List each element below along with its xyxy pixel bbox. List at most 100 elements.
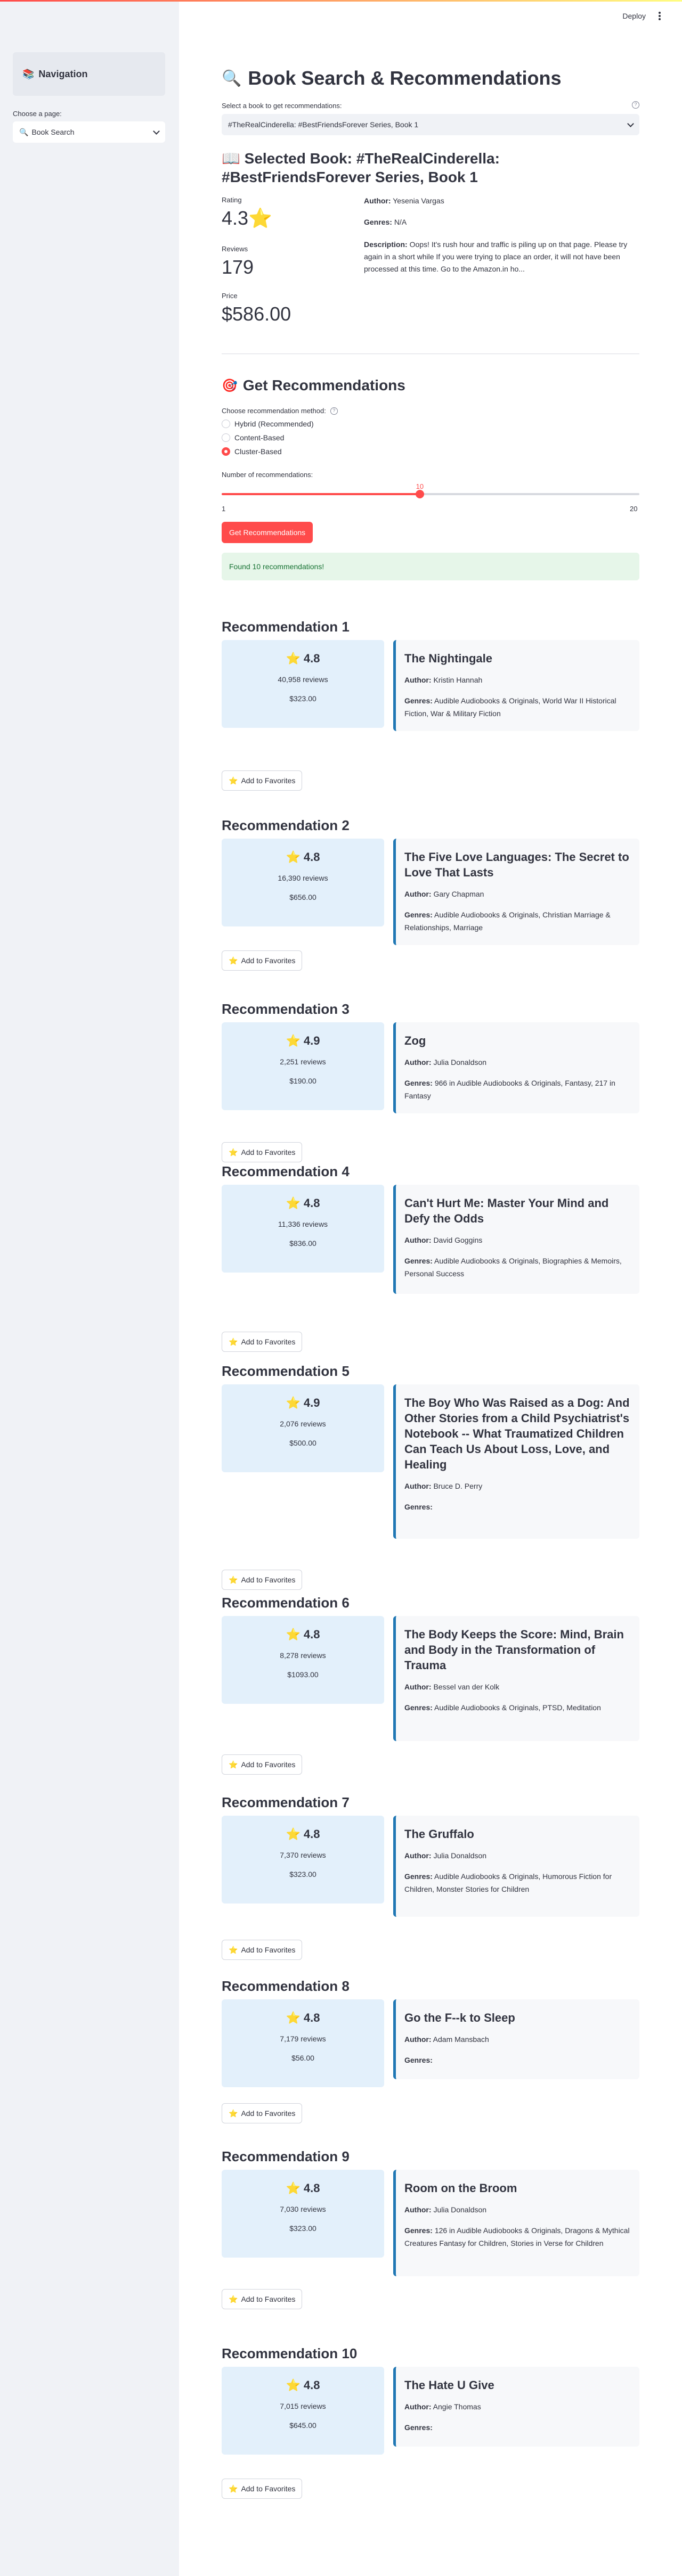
add-to-favorites-button[interactable]: ⭐ Add to Favorites bbox=[222, 1940, 303, 1960]
help-icon[interactable]: ? bbox=[330, 407, 338, 415]
rating-value: 4.8 bbox=[303, 1196, 320, 1210]
author-label: Author: bbox=[404, 2035, 432, 2044]
star-icon: ⭐ bbox=[286, 2181, 301, 2195]
book-card: Zog Author: Julia Donaldson Genres: 966 in… bbox=[393, 1022, 639, 1113]
radio-dot-selected[interactable] bbox=[222, 447, 230, 456]
add-to-favorites-button[interactable]: ⭐ Add to Favorites bbox=[222, 1754, 303, 1775]
recommendation-count-slider[interactable] bbox=[222, 490, 639, 498]
book-card: Go the F--k to Sleep Author: Adam Mansbac… bbox=[393, 1999, 639, 2079]
star-icon: ⭐ bbox=[286, 652, 301, 665]
add-to-favorites-label: Add to Favorites bbox=[241, 1946, 296, 1954]
book-title: The Five Love Languages: The Secret to L… bbox=[404, 850, 629, 880]
genres-value: Audible Audiobooks & Originals, Christia… bbox=[404, 910, 611, 932]
star-icon: ⭐ bbox=[286, 2011, 301, 2024]
author-label: Author: bbox=[404, 1482, 432, 1491]
star-icon: ⭐ bbox=[286, 1396, 301, 1409]
description-label: Description: bbox=[364, 240, 408, 249]
star-icon: ⭐ bbox=[286, 2378, 301, 2392]
review-count: 11,336 reviews bbox=[278, 1220, 328, 1228]
rating-value: 4.9 bbox=[303, 1034, 320, 1047]
add-to-favorites-button[interactable]: ⭐ Add to Favorites bbox=[222, 1332, 303, 1352]
book-author: Author: Gary Chapman bbox=[404, 888, 631, 901]
star-icon: ⭐ bbox=[248, 207, 272, 229]
recommendation-heading: Recommendation 9 bbox=[222, 2148, 350, 2164]
add-to-favorites-button[interactable]: ⭐ Add to Favorites bbox=[222, 2103, 303, 2123]
genres-value: Audible Audiobooks & Originals, Biograph… bbox=[404, 1256, 622, 1278]
slider-thumb[interactable] bbox=[415, 490, 424, 498]
rating-value: 4.8 bbox=[303, 1827, 320, 1841]
book-author: Author: Bruce D. Perry bbox=[404, 1480, 631, 1493]
recommendation-item: Recommendation 7 ⭐ 4.8 7,370 reviews $323.00… bbox=[222, 1794, 639, 1960]
author-label: Author: bbox=[404, 1236, 432, 1245]
add-to-favorites-label: Add to Favorites bbox=[241, 1760, 296, 1769]
help-icon[interactable]: ? bbox=[632, 101, 639, 109]
book-card: The Five Love Languages: The Secret to L… bbox=[393, 839, 639, 945]
add-to-favorites-label: Add to Favorites bbox=[241, 2484, 296, 2493]
book-title: Go the F--k to Sleep bbox=[404, 2011, 515, 2024]
recommendation-item: Recommendation 6 ⭐ 4.8 8,278 reviews $1093.0… bbox=[222, 1595, 639, 1775]
add-to-favorites-button[interactable]: ⭐ Add to Favorites bbox=[222, 770, 303, 791]
rating-row: ⭐ 4.8 bbox=[222, 2378, 384, 2392]
slider-label: Number of recommendations: bbox=[222, 471, 313, 479]
get-recommendations-button[interactable]: Get Recommendations bbox=[222, 522, 313, 543]
deploy-button[interactable]: Deploy bbox=[622, 12, 646, 20]
genres-label: Genres: bbox=[404, 696, 433, 705]
add-to-favorites-button[interactable]: ⭐ Add to Favorites bbox=[222, 2479, 303, 2499]
recommendations-heading: 🎯 Get Recommendations bbox=[222, 377, 405, 394]
method-label-text: Choose recommendation method: bbox=[222, 407, 326, 415]
book-author: Author: Bessel van der Kolk bbox=[404, 1680, 631, 1694]
radio-cluster-based[interactable]: Cluster-Based bbox=[222, 447, 282, 456]
rating-value: 4.8 bbox=[303, 1628, 320, 1641]
book-author: Author: Julia Donaldson bbox=[404, 1849, 631, 1863]
add-to-favorites-button[interactable]: ⭐ Add to Favorites bbox=[222, 2289, 303, 2309]
recommendation-stats: ⭐ 4.8 11,336 reviews $836.00 bbox=[222, 1185, 384, 1273]
star-icon: ⭐ bbox=[286, 850, 301, 864]
genres-label: Genres: bbox=[404, 2423, 433, 2432]
star-icon: ⭐ bbox=[229, 1337, 238, 1346]
reviews-label: Reviews bbox=[222, 245, 248, 253]
recommendation-heading: Recommendation 1 bbox=[222, 619, 350, 635]
review-count: 7,370 reviews bbox=[280, 1851, 326, 1859]
book-select-label: Select a book to get recommendations: bbox=[222, 102, 342, 110]
recommendation-item: Recommendation 10 ⭐ 4.8 7,015 reviews $645.0… bbox=[222, 2345, 639, 2499]
page-select[interactable]: 🔍 Book Search bbox=[13, 121, 165, 143]
recommendation-heading: Recommendation 5 bbox=[222, 1363, 350, 1379]
genres-value: 966 in Audible Audiobooks & Originals, F… bbox=[404, 1078, 615, 1101]
description-info: Description: Oops! It's rush hour and tr… bbox=[364, 239, 639, 275]
add-to-favorites-button[interactable]: ⭐ Add to Favorites bbox=[222, 1142, 303, 1162]
radio-hybrid[interactable]: Hybrid (Recommended) bbox=[222, 420, 314, 428]
page-select-label: Choose a page: bbox=[13, 110, 62, 118]
recommendation-item: Recommendation 3 ⭐ 4.9 2,251 reviews $190.00… bbox=[222, 1001, 639, 1162]
star-icon: ⭐ bbox=[229, 2294, 238, 2303]
author-label: Author: bbox=[404, 2205, 432, 2214]
book-title: Zog bbox=[404, 1034, 426, 1047]
radio-content-based[interactable]: Content-Based bbox=[222, 433, 284, 442]
review-count: 8,278 reviews bbox=[280, 1651, 326, 1660]
book-title: The Gruffalo bbox=[404, 1827, 474, 1841]
slider-max: 20 bbox=[630, 505, 638, 513]
rating-row: ⭐ 4.8 bbox=[222, 1827, 384, 1841]
recommendation-item: Recommendation 8 ⭐ 4.8 7,179 reviews $56.00 G… bbox=[222, 1978, 639, 2123]
book-author: Author: Angie Thomas bbox=[404, 2400, 631, 2414]
add-to-favorites-button[interactable]: ⭐ Add to Favorites bbox=[222, 950, 303, 971]
more-menu-icon[interactable] bbox=[655, 12, 664, 20]
add-to-favorites-button[interactable]: ⭐ Add to Favorites bbox=[222, 1570, 303, 1590]
review-count: 7,015 reviews bbox=[280, 2402, 326, 2410]
book-select[interactable]: #TheRealCinderella: #BestFriendsForever … bbox=[222, 114, 639, 135]
author-value: Yesenia Vargas bbox=[393, 196, 444, 205]
slider-fill bbox=[222, 493, 420, 495]
genres-value: 126 in Audible Audiobooks & Originals, D… bbox=[404, 2226, 630, 2248]
rating-value-row: 4.3⭐ bbox=[222, 207, 272, 229]
book-title: The Body Keeps the Score: Mind, Brain an… bbox=[404, 1628, 624, 1672]
genres-value: Audible Audiobooks & Originals, World Wa… bbox=[404, 696, 616, 718]
recommendation-heading: Recommendation 3 bbox=[222, 1001, 350, 1017]
book-genres: Genres: 966 in Audible Audiobooks & Orig… bbox=[404, 1077, 631, 1103]
radio-dot[interactable] bbox=[222, 433, 230, 442]
book-author: Author: David Goggins bbox=[404, 1234, 631, 1247]
recommendation-heading: Recommendation 10 bbox=[222, 2345, 358, 2361]
author-value: Julia Donaldson bbox=[433, 1851, 487, 1860]
book-card: The Gruffalo Author: Julia Donaldson Genre… bbox=[393, 1816, 639, 1917]
radio-dot[interactable] bbox=[222, 420, 230, 428]
author-value: Adam Mansbach bbox=[433, 2035, 489, 2044]
add-to-favorites-label: Add to Favorites bbox=[241, 956, 296, 965]
